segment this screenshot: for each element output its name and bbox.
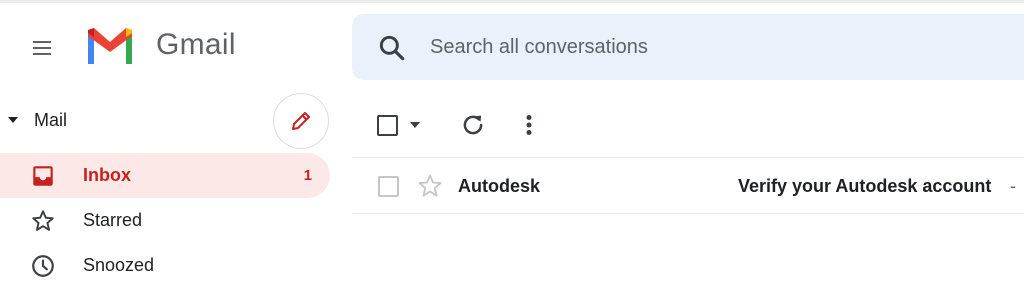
select-all-checkbox[interactable] bbox=[377, 115, 398, 136]
compose-button[interactable] bbox=[273, 93, 329, 149]
app-name: Gmail bbox=[156, 28, 236, 61]
sidebar-item-label: Inbox bbox=[83, 165, 131, 185]
email-sender: Autodesk bbox=[458, 176, 541, 196]
refresh-icon[interactable] bbox=[458, 110, 488, 140]
search-input[interactable] bbox=[430, 30, 990, 64]
email-subject: Verify your Autodesk account bbox=[738, 176, 992, 196]
hamburger-menu-icon bbox=[33, 41, 51, 55]
main-menu-button[interactable] bbox=[22, 28, 62, 68]
sidebar-item-starred[interactable]: Starred bbox=[0, 198, 330, 243]
star-icon bbox=[32, 210, 54, 231]
search-icon[interactable] bbox=[376, 32, 408, 64]
top-strip bbox=[0, 0, 1024, 3]
star-icon[interactable] bbox=[416, 172, 444, 200]
caret-down-icon[interactable] bbox=[410, 122, 420, 128]
sidebar-item-snoozed[interactable]: Snoozed bbox=[0, 243, 330, 288]
pencil-icon bbox=[292, 112, 310, 130]
mail-section-toggle[interactable]: Mail bbox=[0, 104, 200, 136]
search-bar[interactable] bbox=[352, 14, 1024, 80]
sidebar-item-label: Snoozed bbox=[83, 255, 155, 275]
row-checkbox[interactable] bbox=[378, 176, 399, 197]
email-row[interactable]: Autodesk Verify your Autodesk account - bbox=[352, 158, 1024, 214]
list-divider bbox=[352, 213, 1024, 214]
sidebar-item-inbox[interactable]: Inbox 1 bbox=[0, 153, 330, 198]
inbox-icon bbox=[33, 166, 53, 186]
sidebar-item-label: Starred bbox=[83, 210, 143, 230]
clock-icon bbox=[32, 255, 54, 277]
gmail-logo[interactable] bbox=[84, 26, 136, 66]
unread-count: 1 bbox=[303, 167, 312, 184]
email-snippet-separator: - bbox=[1010, 176, 1016, 196]
mail-section-label: Mail bbox=[34, 109, 68, 130]
more-vert-icon[interactable] bbox=[514, 110, 544, 140]
caret-down-icon bbox=[8, 117, 18, 123]
